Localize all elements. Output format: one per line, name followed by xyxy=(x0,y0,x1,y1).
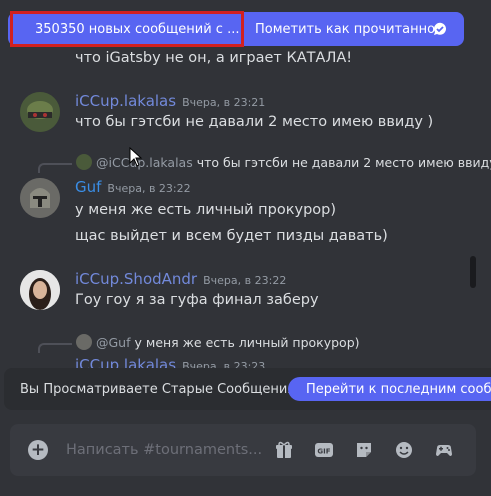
scrollbar-thumb[interactable] xyxy=(470,256,476,288)
reply-mention[interactable]: @Guf xyxy=(96,335,131,350)
avatar[interactable] xyxy=(20,270,60,310)
reply-spine xyxy=(38,343,72,353)
avatar[interactable] xyxy=(20,92,60,132)
message-input[interactable] xyxy=(66,437,266,463)
author-name[interactable]: Guf xyxy=(75,178,101,196)
timestamp: Вчера, в 23:21 xyxy=(182,96,266,109)
reply-spine xyxy=(38,163,72,173)
timestamp: Вчера, в 23:22 xyxy=(203,274,287,287)
author-name[interactable]: iCCup.lakalas xyxy=(75,92,176,110)
message-text: у меня же есть личный прокурор) xyxy=(75,202,336,218)
apps-icon[interactable] xyxy=(434,440,454,460)
old-messages-bar: Вы Просматриваете Старые Сообщения Перей… xyxy=(4,368,491,410)
reply-text: что бы гэтсби не давали 2 место имею вви… xyxy=(196,154,491,170)
svg-text:GIF: GIF xyxy=(317,448,330,456)
message-composer: + GIF xyxy=(10,424,476,476)
message-header: iCCup.ShodAndr Вчера, в 23:22 xyxy=(75,270,286,288)
reply-mention[interactable]: @iCCup.lakalas xyxy=(96,155,193,170)
old-messages-label: Вы Просматриваете Старые Сообщения xyxy=(20,381,296,397)
mark-read-icon[interactable] xyxy=(432,21,448,37)
jump-to-present-button[interactable]: Перейти к последним сообщ xyxy=(288,377,491,401)
gift-icon[interactable] xyxy=(274,440,294,460)
mouse-cursor-icon xyxy=(129,147,143,167)
message-header: iCCup.lakalas Вчера, в 23:21 xyxy=(75,92,265,110)
add-icon[interactable]: + xyxy=(28,440,48,460)
message-text: что бы гэтсби не давали 2 место имею вви… xyxy=(75,114,434,130)
reply-preview[interactable]: @Guf у меня же есть личный прокурор) xyxy=(76,334,360,350)
message-text: щас выйдет и всем будет пизды давать) xyxy=(75,228,388,244)
gif-icon[interactable]: GIF xyxy=(314,440,334,460)
mark-as-read-button[interactable]: Пометить как прочитанное xyxy=(255,12,443,46)
sticker-icon[interactable] xyxy=(354,440,374,460)
message-header: Guf Вчера, в 23:22 xyxy=(75,178,191,196)
reply-avatar xyxy=(76,154,92,170)
new-messages-banner[interactable]: 350350 новых сообщений с ... Пометить ка… xyxy=(8,11,464,47)
new-messages-count[interactable]: 350350 новых сообщений с ... xyxy=(10,11,244,47)
reply-avatar xyxy=(76,334,92,350)
message-text: Гоу гоу я за гуфа финал заберу xyxy=(75,292,319,308)
reply-text: у меня же есть личный прокурор) xyxy=(134,334,360,350)
timestamp: Вчера, в 23:22 xyxy=(107,182,191,195)
message-text: что iGatsby не он, а играет КАТАЛА! xyxy=(75,50,353,66)
author-name[interactable]: iCCup.ShodAndr xyxy=(75,270,197,288)
emoji-icon[interactable] xyxy=(394,440,414,460)
avatar[interactable] xyxy=(20,178,60,218)
